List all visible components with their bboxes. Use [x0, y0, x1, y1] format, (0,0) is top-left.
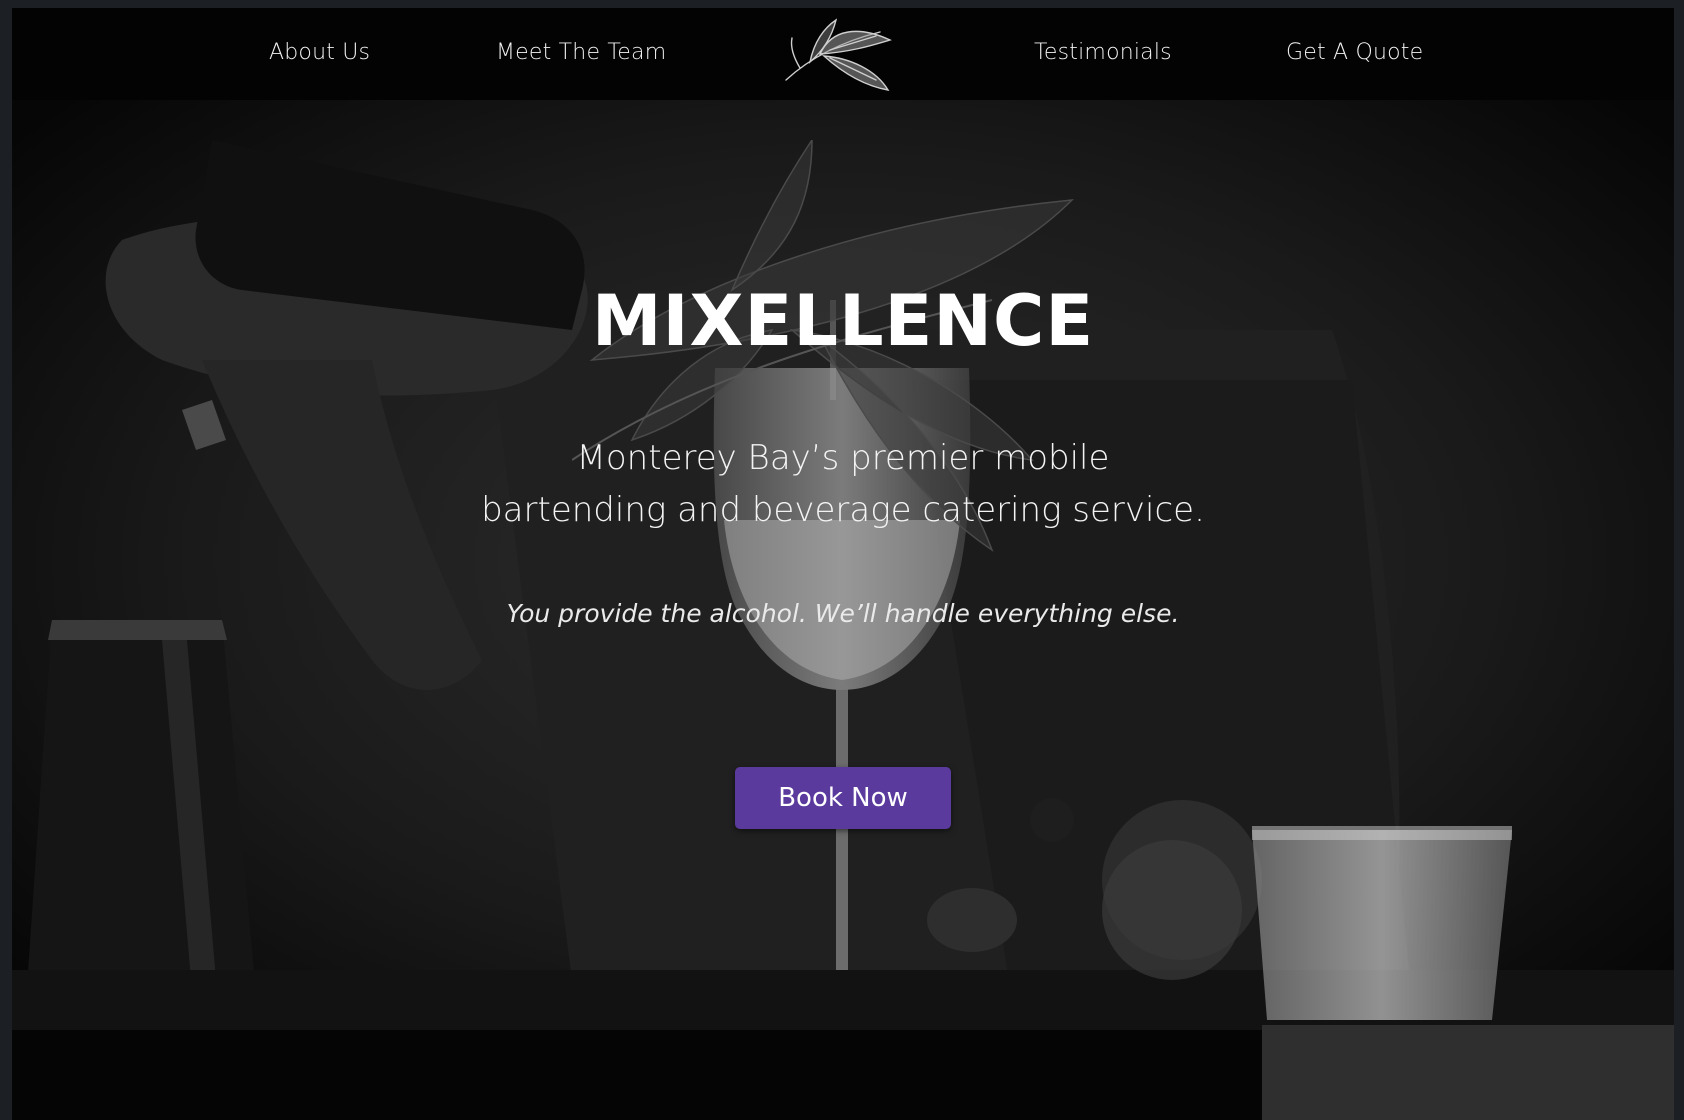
top-navigation: About Us Meet The Team Testimonials Get … [12, 8, 1674, 100]
book-now-button[interactable]: Book Now [735, 767, 951, 829]
hero-subtitle-line-2: bartending and beverage catering service… [481, 490, 1205, 530]
hero-subtitle-line-1: Monterey Bay’s premier mobile [576, 438, 1110, 478]
browser-viewport: About Us Meet The Team Testimonials Get … [12, 8, 1674, 1120]
nav-get-a-quote[interactable]: Get A Quote [1286, 40, 1423, 65]
hero-section: MIXELLENCE Monterey Bay’s premier mobile… [12, 100, 1674, 1120]
nav-testimonials[interactable]: Testimonials [1034, 40, 1172, 65]
nav-about-us[interactable]: About Us [269, 40, 370, 65]
hero-tagline: You provide the alcohol. We’ll handle ev… [506, 599, 1180, 628]
hero-title: MIXELLENCE [591, 280, 1095, 362]
feather-logo-icon[interactable] [780, 18, 900, 94]
nav-meet-the-team[interactable]: Meet The Team [496, 40, 666, 65]
